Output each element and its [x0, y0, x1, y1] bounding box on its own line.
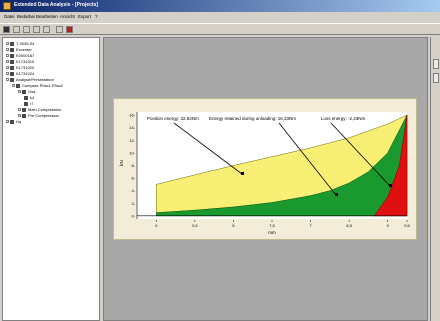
curve-icon — [24, 101, 28, 106]
compare-icon — [16, 83, 20, 88]
expand-icon[interactable] — [6, 66, 9, 69]
toolbar — [0, 23, 440, 35]
y-tick-label: 8- — [131, 163, 135, 168]
folder-icon — [10, 71, 14, 76]
curve-icon — [24, 95, 28, 100]
expand-icon[interactable] — [18, 108, 21, 111]
tree-item[interactable]: Analyse/Presentation — [6, 77, 54, 82]
menu-ansicht[interactable]: Ansicht — [60, 14, 75, 19]
project-tree[interactable]: T-3039-94 Excenter K0000187 K1731019 K17… — [2, 37, 100, 321]
marker-loss-energy — [389, 184, 392, 187]
x-tick-label: 0 — [155, 223, 158, 228]
y-tick-label: 4- — [131, 188, 135, 193]
annotation-loss-energy: Loss energy: -2,43Nm — [321, 116, 366, 121]
folder-icon — [10, 65, 14, 70]
tree-item[interactable]: Hq — [6, 119, 21, 124]
x-tick-label: 0,5 — [192, 223, 198, 228]
x-axis-label: mm — [268, 230, 276, 235]
y-tick-label: 0- — [131, 213, 135, 218]
tree-item[interactable]: Pre Compression — [18, 113, 59, 118]
menu-help[interactable]: ? — [95, 14, 98, 19]
x-axis-ticks: 0 0,5 5 7,5 7 8,5 9 9,5 — [155, 220, 411, 228]
tree-item[interactable]: T-3039-94 — [6, 41, 34, 46]
expand-icon[interactable] — [6, 42, 9, 45]
folder-icon — [10, 53, 14, 58]
window-title: Extended Data Analysis - [Projects] — [14, 2, 99, 8]
group-icon — [22, 107, 26, 112]
menu-bearbeiten[interactable]: Bearbeiten — [36, 14, 58, 19]
panel-tab[interactable] — [433, 73, 439, 83]
menu-bar: Datei Bedarbei Bearbeiten Ansicht Export… — [0, 13, 440, 21]
chart-icon[interactable] — [56, 26, 63, 33]
x-tick-label: 7 — [309, 223, 312, 228]
y-tick-label: 10- — [129, 150, 135, 155]
collapse-icon[interactable] — [6, 78, 9, 81]
tree-item[interactable]: Main Compression — [18, 107, 61, 112]
x-tick-label: 9 — [387, 223, 390, 228]
menu-bedarbei[interactable]: Bedarbei — [17, 14, 35, 19]
folder-icon — [10, 119, 14, 124]
x-tick-label: 5 — [232, 223, 235, 228]
collapse-icon[interactable] — [12, 84, 15, 87]
app-icon — [3, 2, 11, 10]
y-tick-label: 12- — [129, 138, 135, 143]
side-toolbar — [430, 37, 440, 321]
analysis-icon — [10, 77, 14, 82]
group-icon — [22, 113, 26, 118]
collapse-icon[interactable] — [18, 90, 21, 93]
application-window: Extended Data Analysis - [Projects] Date… — [0, 0, 440, 321]
expand-icon[interactable] — [6, 60, 9, 63]
tree-item[interactable]: K1731024 — [6, 71, 34, 76]
title-bar[interactable]: Extended Data Analysis - [Projects] — [0, 0, 440, 12]
new-icon[interactable] — [3, 26, 10, 33]
tree-item[interactable]: K1731020 — [6, 65, 34, 70]
folder-icon — [10, 47, 14, 52]
close-icon[interactable] — [66, 26, 73, 33]
tree-item[interactable]: Gsa — [18, 89, 35, 94]
y-axis-ticks: 0- 2- 4- 6- 8- 10- 12- 14- 16- — [129, 113, 135, 219]
expand-icon[interactable] — [6, 72, 9, 75]
expand-icon[interactable] — [6, 120, 9, 123]
y-axis-label: kN — [119, 160, 124, 166]
panel-tab[interactable] — [433, 59, 439, 69]
annotation-arrow-position — [173, 122, 243, 175]
save-icon[interactable] — [23, 26, 30, 33]
y-tick-label: 16- — [129, 113, 135, 118]
tree-item[interactable]: K1731019 — [6, 59, 34, 64]
menu-export[interactable]: Export — [78, 14, 91, 19]
expand-icon[interactable] — [6, 54, 9, 57]
open-icon[interactable] — [13, 26, 20, 33]
y-tick-label: 2- — [131, 201, 135, 206]
x-tick-label: 8,5 — [346, 223, 352, 228]
tree-item[interactable]: k4 — [24, 95, 34, 100]
folder-icon — [10, 59, 14, 64]
print-icon[interactable] — [33, 26, 40, 33]
annotation-position-energy: Position energy: 32,84Nm — [147, 116, 199, 121]
marker-retained-energy — [335, 193, 338, 196]
menu-datei[interactable]: Datei — [4, 14, 15, 19]
tree-item[interactable]: r7 — [24, 101, 34, 106]
x-tick-label: 7,5 — [269, 223, 275, 228]
tree-item[interactable]: Compare Phsc1-Phsc2 — [12, 83, 63, 88]
expand-icon[interactable] — [18, 114, 21, 117]
chart-panel: 0- 2- 4- 6- 8- 10- 12- 14- 16- 0 0,5 5 7,5 7 8,5 9 9,5 … — [113, 98, 417, 240]
cut-icon[interactable] — [43, 26, 50, 33]
y-tick-label: 14- — [129, 125, 135, 130]
group-icon — [22, 89, 26, 94]
tree-item[interactable]: K0000187 — [6, 53, 34, 58]
annotation-retained-energy: Energy retained during unloading: 16,33N… — [209, 116, 296, 121]
y-tick-label: 6- — [131, 176, 135, 181]
x-tick-label: 9,5 — [404, 223, 410, 228]
expand-icon[interactable] — [6, 48, 9, 51]
marker-position-energy — [241, 172, 244, 175]
tree-item[interactable]: Excenter — [6, 47, 32, 52]
folder-icon — [10, 41, 14, 46]
energy-chart: 0-2-4-6-8-10-12-14-16- 0 0,5 5 7,5 7 8,5 9 9,5 … — [119, 112, 411, 235]
